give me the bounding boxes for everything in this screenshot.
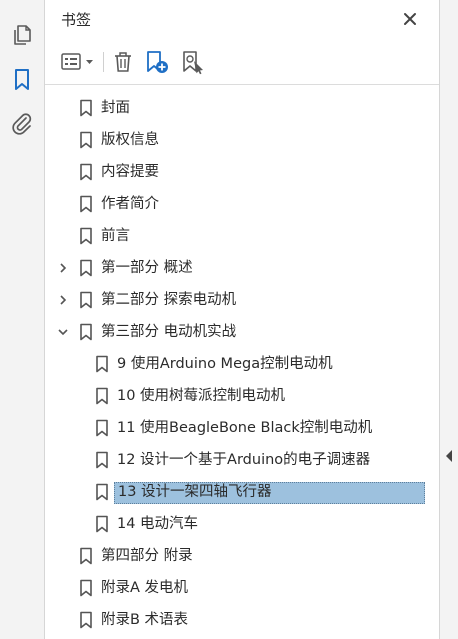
bookmark-item[interactable]: 第三部分 电动机实战 [45, 316, 439, 348]
bookmark-icon [15, 69, 29, 90]
options-menu-icon [61, 53, 93, 70]
bookmark-label[interactable]: 版权信息 [98, 130, 162, 152]
bookmark-label[interactable]: 10 使用树莓派控制电动机 [114, 386, 288, 408]
bookmark-icon [95, 451, 109, 469]
bookmark-label[interactable]: 12 设计一个基于Arduino的电子调速器 [114, 450, 373, 472]
bookmark-item[interactable]: 10 使用树莓派控制电动机 [45, 380, 439, 412]
bookmark-item[interactable]: 第二部分 探索电动机 [45, 284, 439, 316]
bookmark-icon [79, 259, 93, 277]
bookmark-label[interactable]: 11 使用BeagleBone Black控制电动机 [114, 418, 375, 440]
find-bookmark-button[interactable] [179, 49, 207, 75]
bookmark-label[interactable]: 第三部分 电动机实战 [98, 322, 239, 344]
collapse-arrow-icon[interactable] [444, 449, 454, 463]
panel-collapse-strip[interactable] [439, 0, 458, 639]
bookmark-label[interactable]: 第二部分 探索电动机 [98, 290, 239, 312]
bookmark-icon [79, 291, 93, 309]
bookmark-item[interactable]: 9 使用Arduino Mega控制电动机 [45, 348, 439, 380]
panel-title: 书签 [61, 11, 92, 29]
bookmarks-panel: 书签 封面 版权信息 内容提要 作者简介 前言 第一部分 概述 第二部分 探索电… [45, 0, 439, 639]
pages-icon [14, 25, 31, 45]
chevron-right-icon[interactable] [56, 260, 70, 276]
delete-icon [115, 52, 131, 72]
bookmark-label[interactable]: 前言 [98, 226, 133, 248]
bookmark-label[interactable]: 内容提要 [98, 162, 162, 184]
bookmark-icon [95, 419, 109, 437]
toolbar-separator [103, 52, 104, 72]
panel-header: 书签 [45, 0, 439, 40]
bookmark-icon [95, 355, 109, 373]
close-icon [404, 13, 416, 25]
attachment-icon [12, 113, 32, 135]
delete-bookmark-button[interactable] [109, 49, 137, 75]
bookmark-icon [79, 163, 93, 181]
bookmark-icon [95, 483, 109, 501]
bookmark-label[interactable]: 附录B 术语表 [98, 610, 191, 632]
bookmark-item[interactable]: 前言 [45, 220, 439, 252]
options-menu-button[interactable] [59, 49, 99, 75]
bookmarks-toolbar [45, 40, 439, 85]
bookmark-item[interactable]: 附录B 术语表 [45, 604, 439, 636]
pages-button[interactable] [0, 14, 44, 54]
bookmark-label[interactable]: 13 设计一架四轴飞行器 [114, 482, 425, 504]
bookmark-label[interactable]: 14 电动汽车 [114, 514, 201, 536]
bookmark-item[interactable]: 第一部分 概述 [45, 252, 439, 284]
navigation-rail [0, 0, 45, 639]
bookmark-icon [79, 99, 93, 117]
bookmark-icon [79, 195, 93, 213]
bookmark-label[interactable]: 附录A 发电机 [98, 578, 191, 600]
bookmark-item[interactable]: 11 使用BeagleBone Black控制电动机 [45, 412, 439, 444]
bookmark-label[interactable]: 9 使用Arduino Mega控制电动机 [114, 354, 336, 376]
new-bookmark-icon [147, 51, 168, 73]
bookmark-item[interactable]: 14 电动汽车 [45, 508, 439, 540]
bookmark-icon [79, 579, 93, 597]
bookmark-item[interactable]: 内容提要 [45, 156, 439, 188]
bookmarks-app: 书签 封面 版权信息 内容提要 作者简介 前言 第一部分 概述 第二部分 探索电… [0, 0, 458, 639]
bookmark-item[interactable]: 封面 [45, 92, 439, 124]
bookmark-icon [79, 323, 93, 341]
bookmark-icon [95, 515, 109, 533]
close-button[interactable] [399, 8, 421, 30]
bookmark-item[interactable]: 作者简介 [45, 188, 439, 220]
bookmark-icon [79, 547, 93, 565]
bookmark-label[interactable]: 作者简介 [98, 194, 162, 216]
bookmark-icon [79, 131, 93, 149]
bookmark-item[interactable]: 附录A 发电机 [45, 572, 439, 604]
new-bookmark-button[interactable] [143, 49, 171, 75]
chevron-down-icon[interactable] [56, 324, 70, 340]
bookmark-item[interactable]: 13 设计一架四轴飞行器 [45, 476, 439, 508]
bookmark-item[interactable]: 第四部分 附录 [45, 540, 439, 572]
find-bookmark-icon [183, 51, 203, 75]
bookmark-item[interactable]: 12 设计一个基于Arduino的电子调速器 [45, 444, 439, 476]
chevron-right-icon[interactable] [56, 292, 70, 308]
bookmark-label[interactable]: 第一部分 概述 [98, 258, 196, 280]
bookmark-icon [95, 387, 109, 405]
bookmark-icon [79, 227, 93, 245]
bookmarks-button[interactable] [0, 60, 44, 100]
bookmark-label[interactable]: 封面 [98, 98, 133, 120]
bookmark-item[interactable]: 版权信息 [45, 124, 439, 156]
attachments-button[interactable] [0, 104, 44, 144]
bookmark-label[interactable]: 第四部分 附录 [98, 546, 196, 568]
bookmark-icon [79, 611, 93, 629]
